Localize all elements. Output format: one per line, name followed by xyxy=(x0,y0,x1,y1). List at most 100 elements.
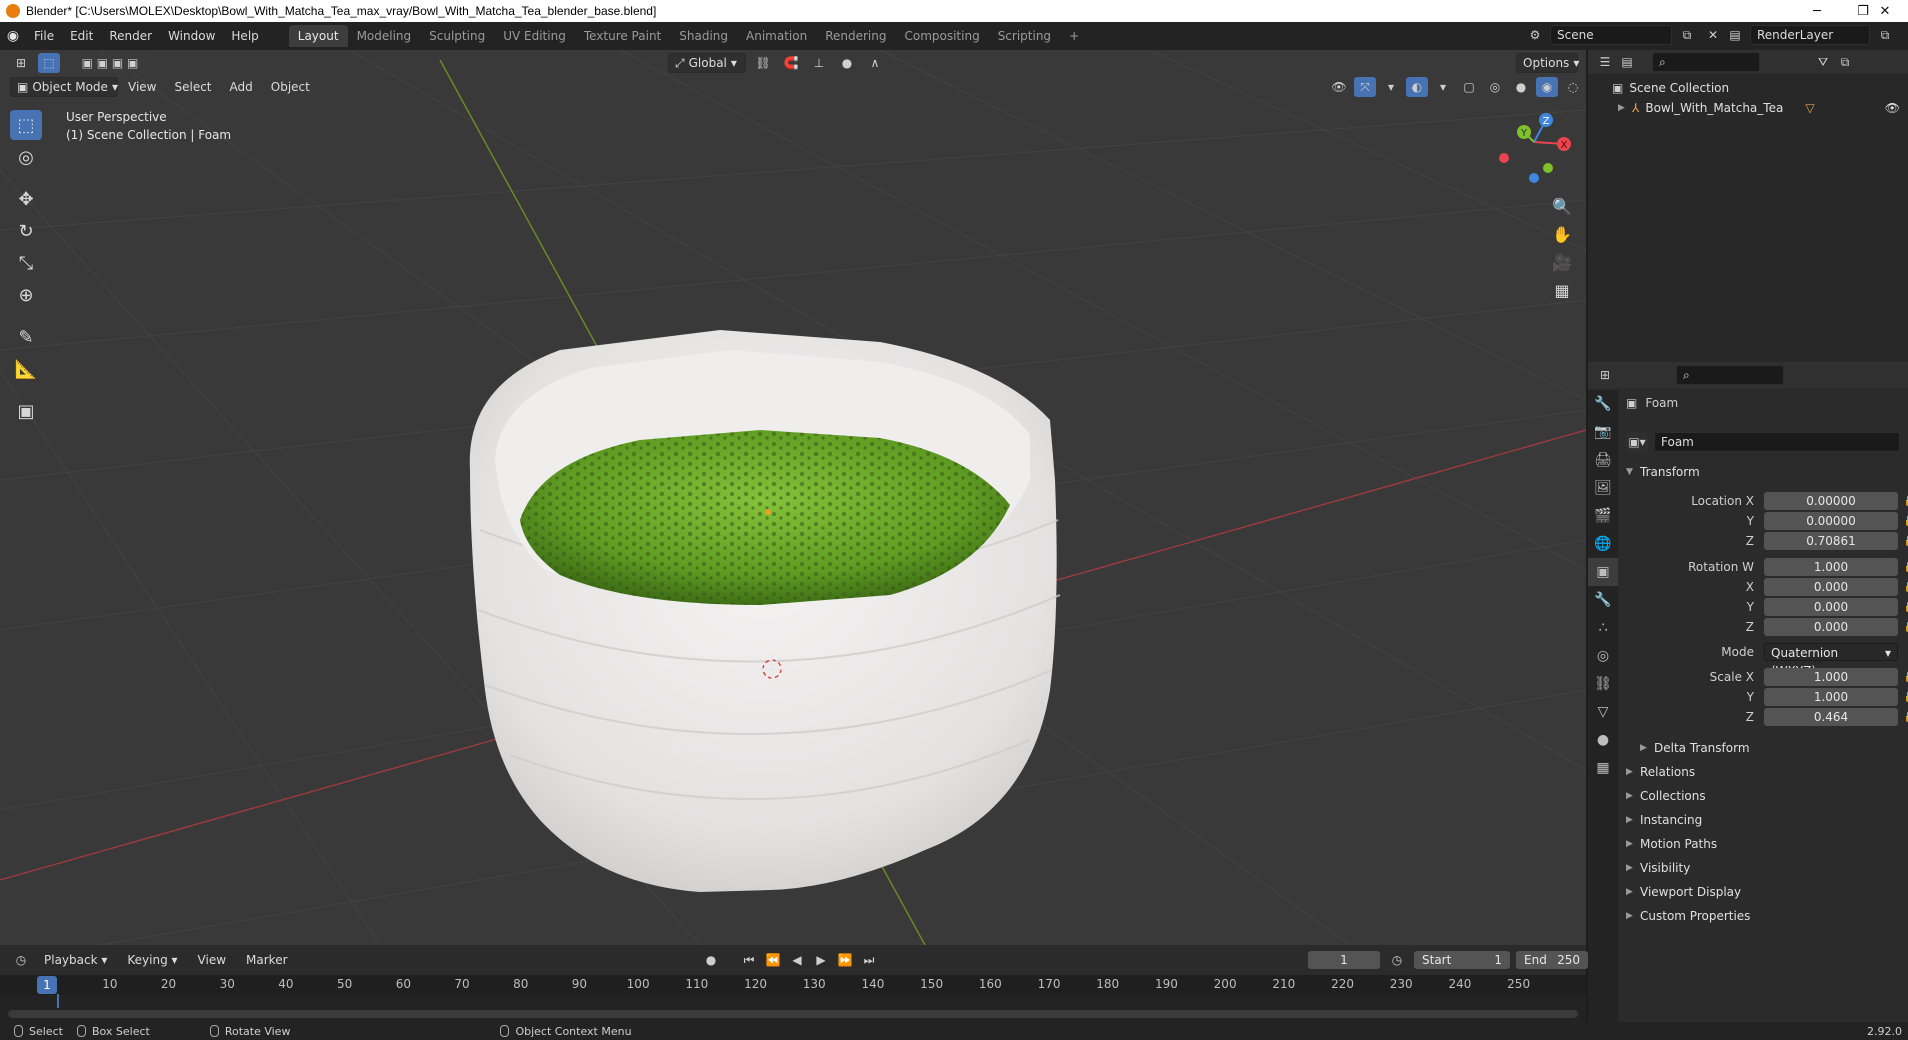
scene-name-field[interactable]: Scene xyxy=(1550,25,1672,45)
minimize-button[interactable]: ─ xyxy=(1794,0,1840,22)
pivot-point-icon[interactable]: ⛓ xyxy=(752,53,774,73)
viewport-menu-object[interactable]: Object xyxy=(263,77,318,97)
object-data-icon[interactable]: ▽ xyxy=(1805,98,1814,118)
location-y-field[interactable]: 0.00000 xyxy=(1764,512,1898,530)
solid-shading-icon[interactable]: ● xyxy=(1510,77,1532,97)
object-data-tab-icon[interactable]: ▽ xyxy=(1588,698,1618,726)
navigation-gizmo[interactable]: X Z Y xyxy=(1490,112,1572,188)
xray-icon[interactable]: ▢ xyxy=(1458,77,1480,97)
delete-scene-icon[interactable]: ✕ xyxy=(1702,25,1724,45)
menu-render[interactable]: Render xyxy=(101,22,160,50)
proportional-edit-icon[interactable]: ● xyxy=(836,53,858,73)
play-reverse-icon[interactable]: ◀ xyxy=(786,950,808,970)
collections-panel[interactable]: ▶ Collections xyxy=(1626,785,1706,807)
snap-target-icon[interactable]: ⊥ xyxy=(808,53,830,73)
lock-icon[interactable]: 🔓 xyxy=(1902,692,1908,703)
timeline-editor-icon[interactable]: ◷ xyxy=(10,950,32,970)
add-cube-tool-icon[interactable]: ▣ xyxy=(10,396,42,426)
select-mode-icon[interactable]: ⬚ xyxy=(38,53,60,73)
tab-uv-editing[interactable]: UV Editing xyxy=(494,25,575,47)
rotate-tool-icon[interactable]: ↻ xyxy=(10,216,42,246)
outliner-display-mode-icon[interactable]: ▤ xyxy=(1616,52,1638,72)
snap-icon[interactable]: 🧲 xyxy=(780,53,802,73)
3d-viewport[interactable] xyxy=(0,50,1586,945)
rendered-shading-icon[interactable]: ◌ xyxy=(1562,77,1584,97)
material-tab-icon[interactable]: ● xyxy=(1588,726,1618,754)
tab-texture-paint[interactable]: Texture Paint xyxy=(575,25,670,47)
zoom-icon[interactable]: 🔍 xyxy=(1548,192,1576,220)
tab-rendering[interactable]: Rendering xyxy=(816,25,895,47)
overlay-toggle-icon[interactable]: ◐ xyxy=(1406,77,1428,97)
new-scene-icon[interactable]: ⧉ xyxy=(1676,25,1698,45)
lock-icon[interactable]: 🔓 xyxy=(1902,602,1908,613)
timeline-menu-marker[interactable]: Marker xyxy=(238,950,295,970)
lock-icon[interactable]: 🔓 xyxy=(1902,516,1908,527)
material-shading-icon[interactable]: ◉ xyxy=(1536,77,1558,97)
texture-tab-icon[interactable]: ▦ xyxy=(1588,754,1618,782)
lock-icon[interactable]: 🔓 xyxy=(1902,622,1908,633)
end-frame-field[interactable]: End 250 xyxy=(1516,951,1588,969)
measure-tool-icon[interactable]: 📐 xyxy=(10,354,42,384)
lock-icon[interactable]: 🔓 xyxy=(1902,536,1908,547)
location-x-field[interactable]: 0.00000 xyxy=(1764,492,1898,510)
gizmo-neg-z-icon[interactable] xyxy=(1529,173,1539,183)
select-box-tool-icon[interactable]: ⬚ xyxy=(10,110,42,140)
motion-paths-panel[interactable]: ▶ Motion Paths xyxy=(1626,833,1717,855)
menu-file[interactable]: File xyxy=(26,22,62,50)
scene-tab-icon[interactable]: 🎬 xyxy=(1588,502,1618,530)
tab-compositing[interactable]: Compositing xyxy=(895,25,988,47)
render-layer-field[interactable]: RenderLayer xyxy=(1750,25,1870,45)
gizmo-neg-x-icon[interactable] xyxy=(1499,153,1509,163)
properties-editor-icon[interactable]: ⊞ xyxy=(1594,365,1616,385)
start-frame-field[interactable]: Start 1 xyxy=(1414,951,1510,969)
viewport-menu-select[interactable]: Select xyxy=(166,77,219,97)
outliner-item[interactable]: ▶ ⅄ Bowl_With_Matcha_Tea ▽ 👁 xyxy=(1588,98,1908,118)
output-tab-icon[interactable]: 🖨 xyxy=(1588,446,1618,474)
lock-icon[interactable]: 🔓 xyxy=(1902,712,1908,723)
object-browse-icon[interactable]: ▣▾ xyxy=(1626,432,1648,452)
viewport-menu-view[interactable]: View xyxy=(120,77,164,97)
move-tool-icon[interactable]: ✥ xyxy=(10,184,42,214)
rotation-y-field[interactable]: 0.000 xyxy=(1764,598,1898,616)
scale-tool-icon[interactable]: ⤡ xyxy=(10,248,42,278)
view-layer-tab-icon[interactable]: 🖼 xyxy=(1588,474,1618,502)
menu-edit[interactable]: Edit xyxy=(62,22,101,50)
jump-next-keyframe-icon[interactable]: ⏩ xyxy=(834,950,856,970)
add-workspace-button[interactable]: + xyxy=(1060,25,1088,47)
modifier-tab-icon[interactable]: 🔧 xyxy=(1588,586,1618,614)
rotation-x-field[interactable]: 0.000 xyxy=(1764,578,1898,596)
location-z-field[interactable]: 0.70861 xyxy=(1764,532,1898,550)
selection-mode-buttons[interactable]: ▣ ▣ ▣ ▣ xyxy=(66,53,154,73)
lock-icon[interactable]: 🔓 xyxy=(1902,672,1908,683)
visibility-icon[interactable]: 👁 xyxy=(1328,77,1350,97)
pan-hand-icon[interactable]: ✋ xyxy=(1548,220,1576,248)
menu-help[interactable]: Help xyxy=(223,22,266,50)
rotation-mode-dropdown[interactable]: Quaternion (WXYZ) ▾ xyxy=(1764,643,1898,678)
tab-animation[interactable]: Animation xyxy=(737,25,816,47)
tab-sculpting[interactable]: Sculpting xyxy=(420,25,494,47)
playhead-frame-indicator[interactable]: 1 xyxy=(37,976,57,994)
tab-scripting[interactable]: Scripting xyxy=(989,25,1060,47)
filter-icon[interactable]: ⛛ xyxy=(1812,52,1834,72)
tool-tab-icon[interactable]: 🔧 xyxy=(1588,390,1618,418)
gizmo-toggle-icon[interactable]: ⤧ xyxy=(1354,77,1376,97)
transform-orientation-dropdown[interactable]: ⤢ Global ▾ xyxy=(668,53,746,73)
timeline-menu-view[interactable]: View xyxy=(190,950,234,970)
object-tab-icon[interactable]: ▣ xyxy=(1588,558,1618,586)
outliner-editor-icon[interactable]: ☰ xyxy=(1594,52,1616,72)
render-tab-icon[interactable]: 📷 xyxy=(1588,418,1618,446)
new-render-layer-icon[interactable]: ⧉ xyxy=(1874,25,1896,45)
viewport-display-panel[interactable]: ▶ Viewport Display xyxy=(1626,881,1741,903)
viewport-menu-add[interactable]: Add xyxy=(222,77,261,97)
options-dropdown[interactable]: Options ▾ xyxy=(1516,53,1579,73)
blender-menu-icon[interactable]: ◉ xyxy=(0,28,26,44)
visibility-eye-icon[interactable]: 👁 xyxy=(1885,98,1900,118)
lock-icon[interactable]: 🔓 xyxy=(1902,562,1908,573)
wireframe-shading-icon[interactable]: ◎ xyxy=(1484,77,1506,97)
ortho-grid-icon[interactable]: ▦ xyxy=(1548,276,1576,304)
object-mode-dropdown[interactable]: ▣ Object Mode ▾ xyxy=(10,77,118,97)
particles-tab-icon[interactable]: ∴ xyxy=(1588,614,1618,642)
gizmo-neg-y-icon[interactable] xyxy=(1543,163,1553,173)
tab-layout[interactable]: Layout xyxy=(288,25,348,47)
lock-icon[interactable]: 🔓 xyxy=(1902,582,1908,593)
